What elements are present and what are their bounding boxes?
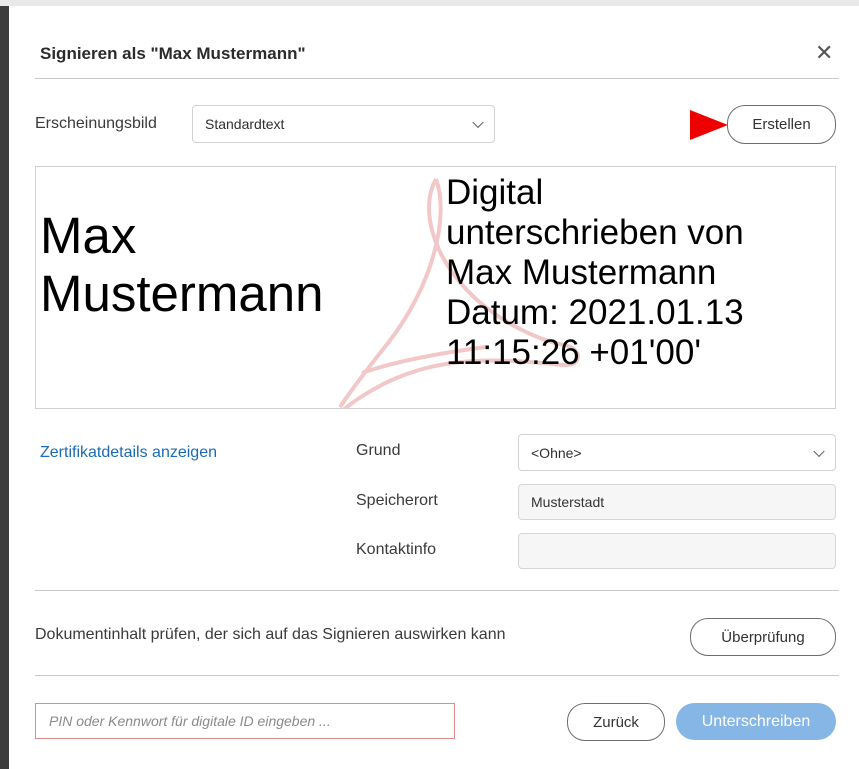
signature-info-line: Datum: 2021.01.13 (446, 293, 744, 332)
signature-name: Max Mustermann (40, 207, 323, 323)
signature-info-line: Digital (446, 173, 544, 212)
contact-label: Kontaktinfo (356, 541, 437, 558)
sign-button[interactable]: Unterschreiben (676, 703, 836, 740)
chevron-down-icon (472, 116, 484, 129)
divider-middle (35, 590, 839, 591)
signature-preview: Max Mustermann Digital unterschrieben vo… (35, 166, 836, 409)
appearance-selected-value: Standardtext (205, 116, 285, 132)
signature-info-line: Max Mustermann (446, 253, 717, 292)
sign-dialog: Signieren als "Max Mustermann" ✕ Erschei… (9, 6, 859, 769)
signature-info-line: 11:15:26 +01'00' (446, 333, 702, 372)
annotation-arrow (690, 110, 728, 140)
signature-name-line1: Max (40, 207, 137, 264)
reason-select[interactable]: <Ohne> (518, 434, 836, 471)
review-text: Dokumentinhalt prüfen, der sich auf das … (35, 626, 506, 643)
signature-name-line2: Mustermann (40, 265, 324, 322)
signature-info-line: unterschrieben von (446, 213, 744, 252)
location-label: Speicherort (356, 492, 438, 509)
signature-info: Digital unterschrieben von Max Musterman… (446, 173, 744, 373)
location-value: Musterstadt (531, 494, 605, 510)
back-button[interactable]: Zurück (567, 703, 665, 741)
review-button[interactable]: Überprüfung (690, 618, 836, 656)
dialog-title: Signieren als "Max Mustermann" (40, 44, 306, 63)
reason-label: Grund (356, 442, 401, 459)
contact-field[interactable] (518, 533, 836, 569)
divider-top (35, 78, 839, 79)
window-edge (0, 0, 9, 769)
appearance-label: Erscheinungsbild (35, 115, 157, 132)
divider-bottom (35, 675, 839, 676)
chevron-down-icon (813, 445, 825, 457)
appearance-select[interactable]: Standardtext (192, 105, 495, 143)
reason-selected-value: <Ohne> (531, 444, 582, 461)
certificate-details-link[interactable]: Zertifikatdetails anzeigen (40, 444, 217, 462)
pin-input[interactable] (35, 703, 455, 739)
close-icon[interactable]: ✕ (815, 42, 833, 64)
create-button[interactable]: Erstellen (727, 105, 836, 144)
location-field[interactable]: Musterstadt (518, 484, 836, 520)
